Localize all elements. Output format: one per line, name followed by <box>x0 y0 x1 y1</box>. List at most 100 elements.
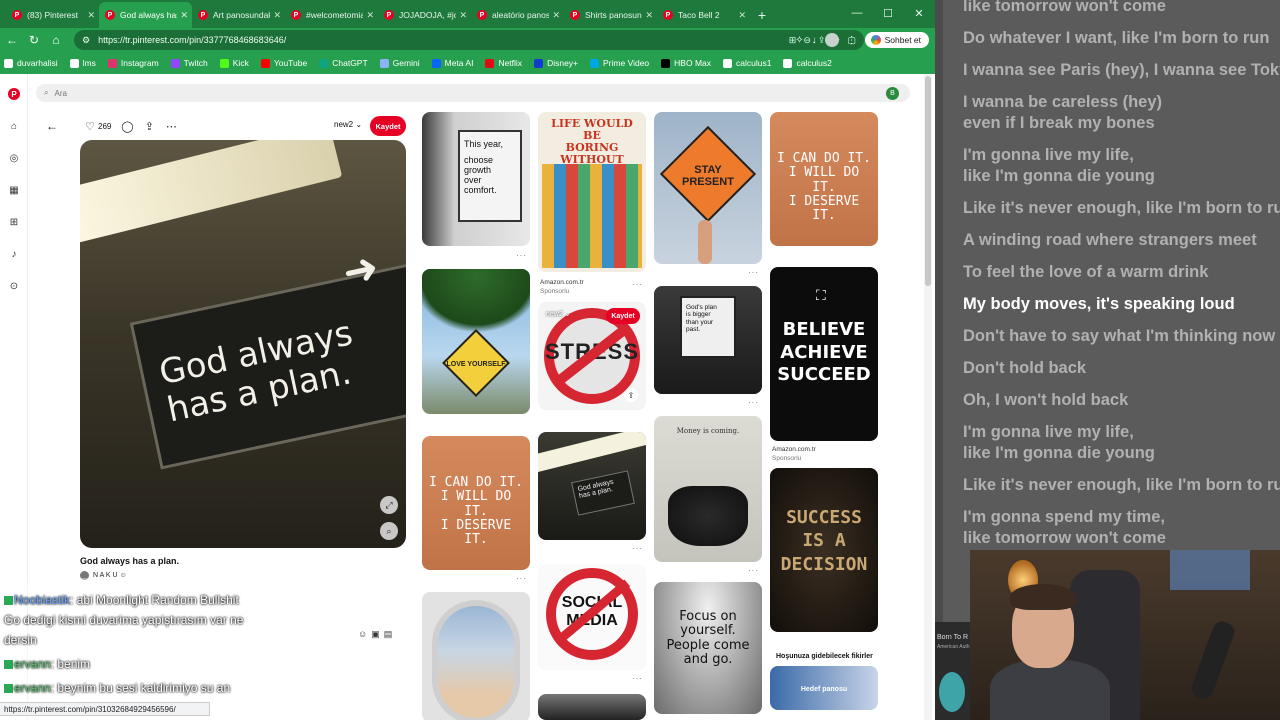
bookmark-item[interactable]: Disney+ <box>534 58 578 68</box>
lyric-line[interactable]: A winding road where strangers meet <box>963 230 1257 251</box>
more-icon[interactable]: ··· <box>516 574 527 583</box>
hover-save-button[interactable]: Kaydet <box>606 308 640 324</box>
lyric-line[interactable]: I'm gonna live my life, <box>963 145 1134 166</box>
pin-i-can-do-it-2[interactable]: I CAN DO IT. I WILL DO IT. I DESERVE IT. <box>422 436 530 570</box>
tab-shirts[interactable]: P Shirts panosund ✕ <box>564 2 657 28</box>
close-tab-icon[interactable]: ✕ <box>87 10 95 21</box>
user-avatar[interactable]: B <box>886 87 899 100</box>
pin-this-year[interactable]: This year, choose growth over comfort. <box>422 112 530 246</box>
comment-icon[interactable]: ◯ <box>119 120 135 133</box>
back-icon[interactable]: ← <box>0 28 24 52</box>
boards-nav-icon[interactable]: ▦ <box>8 184 20 196</box>
lyric-line[interactable]: Don't have to say what I'm thinking now <box>963 326 1275 347</box>
lyric-line[interactable]: Oh, I won't hold back <box>963 390 1128 411</box>
search-input[interactable]: ⌕ Ara <box>36 84 910 102</box>
lyric-line[interactable]: Like it's never enough, like I'm born to… <box>963 475 1280 496</box>
bookmark-item[interactable]: Meta AI <box>431 58 473 68</box>
tab-aleatorio[interactable]: Paleatório panos ✕ <box>471 2 564 28</box>
expand-icon[interactable]: ⤢ <box>380 496 398 514</box>
lyric-line[interactable]: My body moves, it's speaking loud <box>963 294 1235 315</box>
lyric-line[interactable]: Do whatever I want, like I'm born to run <box>963 28 1269 49</box>
board-card[interactable]: Hedef panosu <box>770 666 878 710</box>
bookmark-item[interactable]: Netflix <box>485 58 522 68</box>
scrollbar-thumb[interactable] <box>925 76 931 286</box>
more-icon[interactable]: ··· <box>632 674 643 683</box>
lyric-line[interactable]: like I'm gonna die young <box>963 166 1155 187</box>
pin-success[interactable]: SUCCESS IS A DECISION <box>770 468 878 632</box>
profile-avatar[interactable] <box>824 33 839 47</box>
close-tab-icon[interactable]: ✕ <box>552 10 560 21</box>
chat-button[interactable]: Sohbet et <box>864 32 929 48</box>
more-icon[interactable]: ⋯ <box>163 120 179 133</box>
image-icon[interactable]: ▤ <box>384 629 393 640</box>
home-nav-icon[interactable]: ⌂ <box>8 120 20 132</box>
close-tab-icon[interactable]: ✕ <box>273 10 281 21</box>
close-tab-icon[interactable]: ✕ <box>180 10 188 21</box>
close-tab-icon[interactable]: ✕ <box>738 10 746 21</box>
messages-nav-icon[interactable]: ⊙ <box>8 280 20 292</box>
pin-buses[interactable]: LIFE WOULD BE BORING WITHOUT BUSES <box>538 112 646 272</box>
new-tab-button[interactable]: + <box>750 2 774 28</box>
tab-taco-bell[interactable]: P Taco Bell 2 ✕ <box>657 2 750 28</box>
site-info-icon[interactable]: ⚙ <box>82 35 90 46</box>
lyric-line[interactable]: like tomorrow won't come <box>963 0 1166 17</box>
pin-i-can-do-it[interactable]: I CAN DO IT. I WILL DO IT. I DESERVE IT. <box>770 112 878 246</box>
save-button[interactable]: Kaydet <box>370 116 406 136</box>
download-icon[interactable]: ↓ <box>812 35 817 46</box>
more-icon[interactable]: ··· <box>748 268 759 277</box>
bookmark-item[interactable]: Gemini <box>379 58 420 68</box>
pin-plane-window[interactable] <box>422 592 530 720</box>
extensions-icon[interactable]: ✧ <box>795 35 803 46</box>
pin-stress[interactable]: STRESS new2 ⌄ Kaydet ⇪ <box>538 302 646 410</box>
lyric-line[interactable]: I'm gonna live my life, <box>963 422 1134 443</box>
lyric-line[interactable]: even if I break my bones <box>963 113 1155 134</box>
notifications-nav-icon[interactable]: ♪ <box>8 248 20 260</box>
share-icon[interactable]: ⇪ <box>624 388 638 402</box>
back-arrow-icon[interactable]: ← <box>40 114 64 138</box>
visual-search-icon[interactable]: ⌕ <box>380 522 398 540</box>
lyric-line[interactable]: like tomorrow won't come <box>963 528 1166 549</box>
explore-nav-icon[interactable]: ◎ <box>8 152 20 164</box>
lyrics-scrollbar[interactable] <box>935 0 943 720</box>
more-icon[interactable]: ··· <box>516 251 527 260</box>
close-tab-icon[interactable]: ✕ <box>645 10 653 21</box>
more-icon[interactable]: ··· <box>748 566 759 575</box>
share-icon[interactable]: ⇪ <box>141 120 157 133</box>
bookmark-item[interactable]: Twitch <box>170 58 208 68</box>
create-nav-icon[interactable]: ⊞ <box>8 216 20 228</box>
tab-god-always[interactable]: P God always has ✕ <box>99 2 192 28</box>
bookmark-item[interactable]: Prime Video <box>590 58 649 68</box>
pin-dark[interactable] <box>538 694 646 720</box>
page-scrollbar[interactable] <box>924 74 932 720</box>
lyric-line[interactable]: I'm gonna spend my time, <box>963 507 1165 528</box>
pin-focus[interactable]: Focus on yourself. People come and go. <box>654 582 762 714</box>
pin-god-always-small[interactable]: God always has a plan. <box>538 432 646 540</box>
home-icon[interactable]: ⌂ <box>44 28 68 52</box>
pin-stay-present[interactable]: STAY PRESENT <box>654 112 762 264</box>
pin-gods-plan[interactable]: God's plan is bigger than your past. <box>654 286 762 394</box>
emoji-icon[interactable]: ☺ <box>358 629 367 640</box>
lyric-line[interactable]: Don't hold back <box>963 358 1086 379</box>
bookmark-item[interactable]: lms <box>69 58 96 68</box>
lyric-line[interactable]: I wanna be careless (hey) <box>963 92 1162 113</box>
lyric-line[interactable]: Like it's never enough, like I'm born to… <box>963 198 1280 219</box>
bookmark-item[interactable]: duvarhalisi <box>4 58 58 68</box>
pin-money-coming[interactable]: Money is coming. <box>654 416 762 562</box>
bookmark-item[interactable]: Instagram <box>107 58 159 68</box>
close-window-button[interactable]: ✕ <box>904 0 934 26</box>
bookmark-item[interactable]: YouTube <box>260 58 307 68</box>
heart-icon[interactable]: ♡ <box>82 120 98 133</box>
pin-social-media[interactable]: SOCIAL MEDIA <box>538 564 646 670</box>
tab-art-panosu[interactable]: P Art panosundaki ✕ <box>192 2 285 28</box>
more-icon[interactable]: ··· <box>632 544 643 553</box>
pinterest-logo-icon[interactable]: P <box>8 88 20 100</box>
menu-icon[interactable]: ⋮ <box>847 35 857 46</box>
bookmark-item[interactable]: calculus2 <box>783 58 832 68</box>
close-tab-icon[interactable]: ✕ <box>366 10 374 21</box>
close-tab-icon[interactable]: ✕ <box>459 10 467 21</box>
more-icon[interactable]: ··· <box>632 280 643 289</box>
reload-icon[interactable]: ↻ <box>22 28 46 52</box>
bookmark-item[interactable]: calculus1 <box>723 58 771 68</box>
hover-board[interactable]: new2 ⌄ <box>546 310 571 318</box>
tab-pinterest-home[interactable]: P (83) Pinterest ✕ <box>6 2 99 28</box>
